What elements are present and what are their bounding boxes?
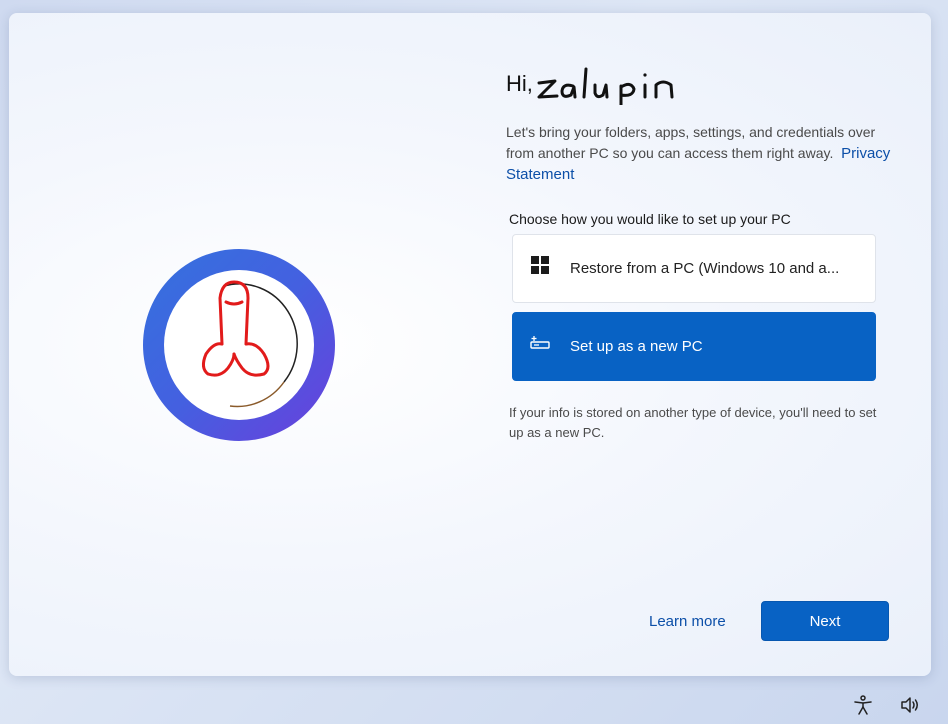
intro-text: Let's bring your folders, apps, settings… [506, 122, 898, 185]
windows-logo-icon [529, 254, 551, 276]
option-restore-label: Restore from a PC (Windows 10 and a... [570, 260, 840, 277]
new-pc-icon [529, 332, 551, 354]
accessibility-icon[interactable] [852, 694, 874, 716]
option-set-up-new-pc[interactable]: Set up as a new PC [512, 312, 876, 381]
option-restore-from-pc[interactable]: Restore from a PC (Windows 10 and a... [512, 234, 876, 303]
user-avatar [143, 249, 335, 441]
setup-prompt: Choose how you would like to set up your… [509, 211, 791, 227]
user-name-signature [537, 67, 674, 105]
option-new-pc-label: Set up as a new PC [570, 338, 703, 355]
volume-icon[interactable] [899, 694, 921, 716]
learn-more-link[interactable]: Learn more [649, 613, 726, 630]
next-button[interactable]: Next [761, 601, 889, 641]
avatar-picture [164, 270, 314, 420]
intro-body: Let's bring your folders, apps, settings… [506, 124, 876, 161]
avatar-drawing [201, 280, 298, 408]
setup-dialog: Hi, Let's bring your folders, apps, sett… [9, 13, 931, 676]
info-note: If your info is stored on another type o… [509, 405, 877, 440]
greeting-hi: Hi, [506, 71, 533, 96]
greeting: Hi, [506, 53, 683, 105]
